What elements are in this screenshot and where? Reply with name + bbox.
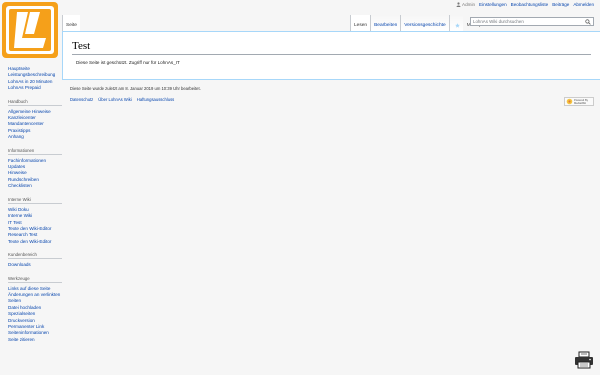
sidebar-navigation: Hauptseite Leistungsbeschreibung LohnAs … (8, 66, 62, 92)
sidebar-item[interactable]: Links auf diese Seite (8, 286, 50, 291)
search-input[interactable] (471, 18, 581, 25)
portal-interne-wiki: Interne Wiki Wiki Doku Interne Wiki IT T… (8, 197, 62, 245)
portal-heading: Kundenbereich (8, 252, 62, 260)
sidebar-item[interactable]: Checklisten (8, 183, 32, 188)
sidebar-item[interactable]: Anhang (8, 134, 24, 139)
footer-links: Datenschutz Über LohnAs Wiki Haftungsaus… (70, 97, 596, 102)
sidebar-item[interactable]: Fachinformationen (8, 158, 46, 163)
sidebar-item[interactable]: Allgemeine Hinweise (8, 109, 51, 114)
page-body: Diese Seite ist geschützt. Zugriff nur f… (76, 60, 180, 65)
view-tabs: Lesen Bearbeiten Versionsgeschichte Mehr… (350, 15, 484, 31)
user-menu[interactable]: Admin (456, 2, 475, 7)
sidebar-item[interactable]: Kanzleicenter (8, 115, 36, 120)
portal-heading: Interne Wiki (8, 197, 62, 204)
sidebar-item[interactable]: Updates (8, 164, 25, 169)
star-icon (454, 23, 460, 28)
portal-heading: Werkzeuge (8, 276, 62, 283)
tab-versionsgeschichte[interactable]: Versionsgeschichte (400, 15, 449, 31)
powered-by-mediawiki-badge[interactable]: Powered By MediaWiki (564, 97, 594, 106)
tab-seite-label: Seite (66, 23, 77, 28)
sidebar-item[interactable]: Spezialseiten (8, 311, 35, 316)
sidebar-item[interactable]: IT Test (8, 220, 22, 225)
tab-bearbeiten-label: Bearbeiten (374, 23, 398, 28)
sidebar-item[interactable]: Seiteninformationen (8, 330, 49, 335)
portal-heading: Handbuch (8, 99, 62, 106)
search-icon[interactable] (585, 18, 591, 25)
portal-werkzeuge: Werkzeuge Links auf diese Seite Änderung… (8, 276, 62, 344)
portal-kundenbereich: Kundenbereich Downloads (8, 252, 62, 268)
sidebar-item[interactable]: Änderungen an verlinkten Seiten (8, 292, 60, 303)
sidebar-item[interactable]: Hinweise (8, 170, 27, 175)
sidebar-item[interactable]: Permanenter Link (8, 324, 44, 329)
sidebar-item[interactable]: Texte den Wiki-Editor (8, 239, 51, 244)
search-box (470, 17, 594, 26)
portal-handbuch: Handbuch Allgemeine Hinweise Kanzleicent… (8, 99, 62, 141)
print-button[interactable] (574, 351, 594, 369)
footer-link-ueber[interactable]: Über LohnAs Wiki (98, 97, 132, 102)
sidebar-item[interactable]: Praxistipps (8, 128, 30, 133)
printer-icon (575, 351, 593, 369)
sidebar-item[interactable]: Wiki Doku (8, 207, 29, 212)
sidebar-item[interactable]: Research Test (8, 232, 37, 237)
tab-lesen[interactable]: Lesen (350, 15, 371, 31)
powered-text: Powered By MediaWiki (574, 98, 588, 105)
portal-informationen: Informationen Fachinformationen Updates … (8, 148, 62, 190)
watch-toggle[interactable] (448, 15, 463, 31)
footer-link-haftung[interactable]: Haftungsausschluss (137, 97, 174, 102)
tab-lesen-label: Lesen (354, 23, 368, 28)
sidebar-item[interactable]: Seite zitieren (8, 337, 35, 342)
tab-versionsgeschichte-label: Versionsgeschichte (404, 23, 446, 28)
mediawiki-icon (566, 98, 573, 105)
site-logo[interactable] (2, 2, 58, 58)
page-title: Test (72, 40, 591, 55)
sidebar-item[interactable]: Mandantencenter (8, 121, 44, 126)
user-name: Admin (462, 2, 476, 7)
namespace-tabs: Seite (62, 15, 80, 31)
link-einstellungen[interactable]: Einstellungen (479, 2, 507, 7)
sidebar-item[interactable]: Rundschreiben (8, 177, 39, 182)
sidebar-item[interactable]: Downloads (8, 262, 31, 267)
sidebar-item[interactable]: Texte den Wiki-Editor (8, 226, 51, 231)
sidebar-item[interactable]: Druckversion (8, 318, 35, 323)
personal-tools: Admin Einstellungen Beobachtungsliste Be… (456, 2, 594, 7)
sidebar-item[interactable]: Interne Wiki (8, 213, 32, 218)
tab-seite[interactable]: Seite (62, 15, 80, 31)
link-abmelden[interactable]: Abmelden (573, 2, 594, 7)
tab-bearbeiten[interactable]: Bearbeiten (370, 15, 401, 31)
sidebar-item[interactable]: Datei hochladen (8, 305, 41, 310)
logo-icon (2, 2, 58, 58)
sidebar-item-lohnas-20-minuten[interactable]: LohnAs in 20 Minuten (8, 79, 52, 84)
user-icon (456, 2, 461, 7)
sidebar-item-leistungsbeschreibung[interactable]: Leistungsbeschreibung (8, 72, 55, 77)
footer-link-datenschutz[interactable]: Datenschutz (70, 97, 93, 102)
portal-heading: Informationen (8, 148, 62, 155)
footer: Diese Seite wurde zuletzt am 8. Januar 2… (70, 86, 596, 102)
sidebar: Hauptseite Leistungsbeschreibung LohnAs … (8, 66, 62, 350)
footer-lastmod: Diese Seite wurde zuletzt am 8. Januar 2… (70, 86, 201, 91)
sidebar-item-lohnas-prepaid[interactable]: LohnAs Prepaid (8, 85, 41, 90)
link-beitraege[interactable]: Beiträge (552, 2, 569, 7)
page-content: Test Diese Seite ist geschützt. Zugriff … (62, 31, 600, 80)
link-beobachtungsliste[interactable]: Beobachtungsliste (511, 2, 549, 7)
sidebar-item-hauptseite[interactable]: Hauptseite (8, 66, 30, 71)
